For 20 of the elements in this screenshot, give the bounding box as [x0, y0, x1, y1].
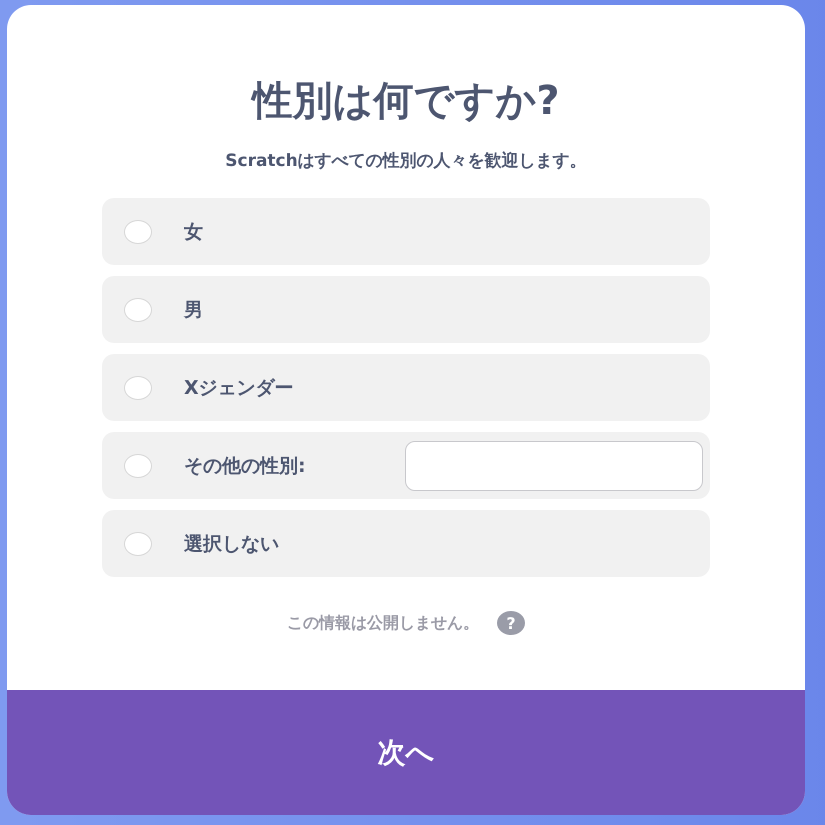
option-label: 女	[184, 220, 203, 244]
gender-option[interactable]: 男	[102, 276, 710, 343]
subtitle: Scratchはすべての性別の人々を歓迎します。	[225, 150, 587, 172]
radio-button[interactable]	[124, 376, 152, 400]
next-button[interactable]: 次へ	[7, 690, 805, 815]
option-label: Xジェンダー	[184, 376, 294, 400]
option-label: その他の性別:	[184, 454, 306, 478]
radio-button[interactable]	[124, 454, 152, 478]
gender-option[interactable]: 女	[102, 198, 710, 265]
option-label: 男	[184, 298, 203, 322]
radio-button[interactable]	[124, 532, 152, 556]
radio-button[interactable]	[124, 220, 152, 244]
gender-option[interactable]: その他の性別:	[102, 432, 710, 499]
gender-option[interactable]: Xジェンダー	[102, 354, 710, 421]
gender-option[interactable]: 選択しない	[102, 510, 710, 577]
radio-button[interactable]	[124, 298, 152, 322]
dialog-title: 性別は何ですか?	[252, 77, 560, 125]
option-label: 選択しない	[184, 532, 279, 556]
input-field[interactable]	[405, 440, 703, 490]
privacy-note: この情報は公開しません。	[287, 612, 479, 634]
